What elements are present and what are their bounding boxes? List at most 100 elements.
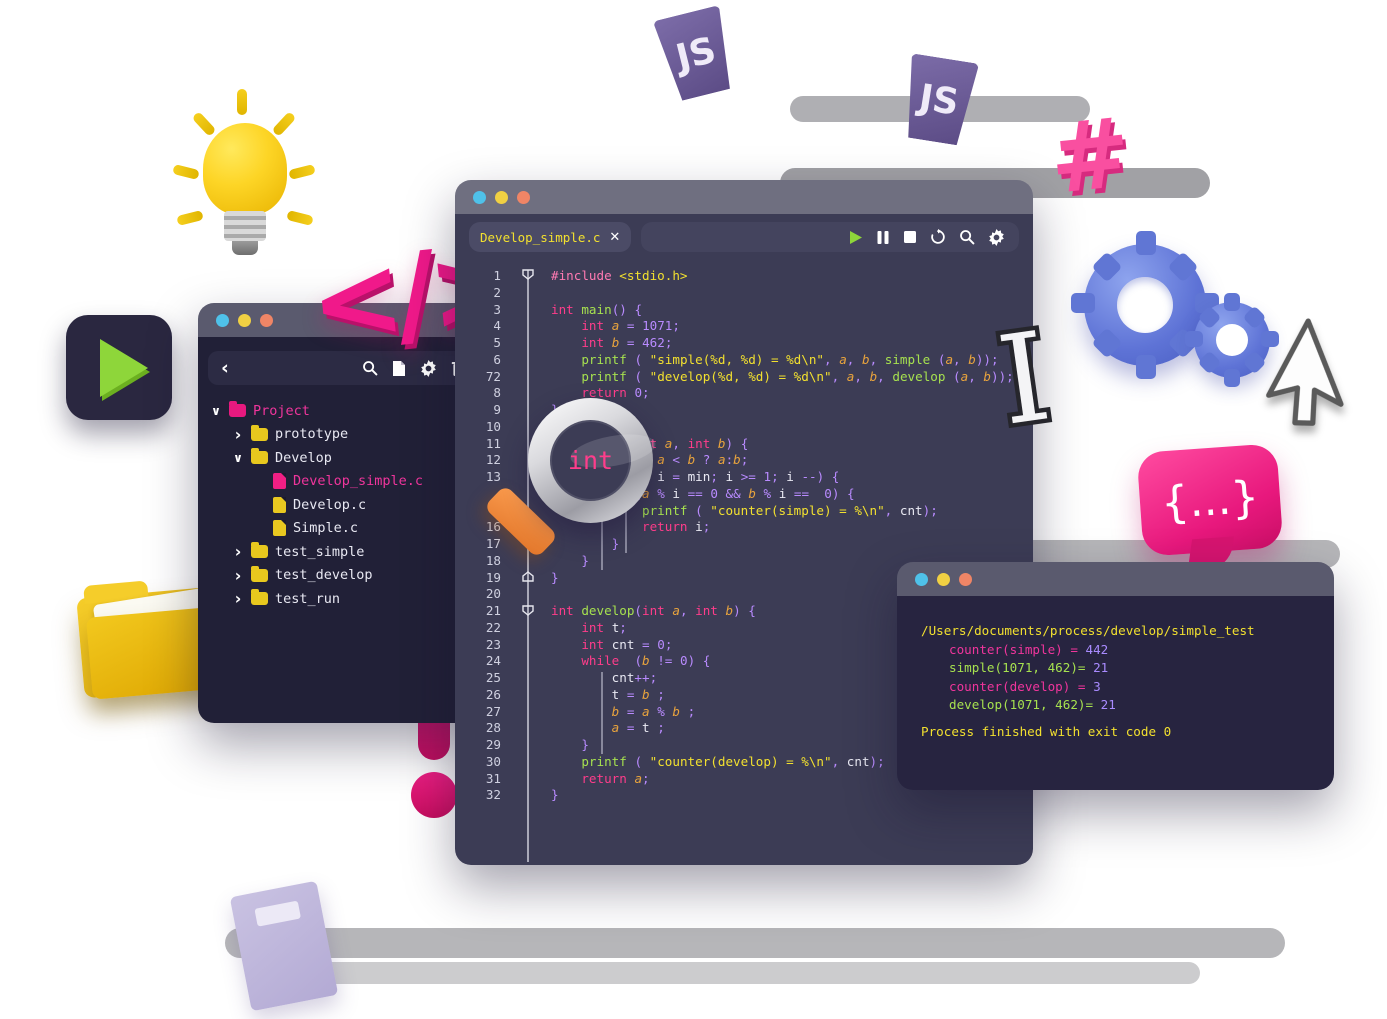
line-number: 2: [493, 284, 501, 300]
exclamation-dot: [411, 772, 457, 818]
bulb-tip: [232, 241, 258, 255]
folder-icon: [251, 424, 268, 441]
terminal-row: simple(1071, 462)= 21: [921, 659, 1334, 678]
terminal-row-value: 21: [1093, 697, 1116, 712]
terminal-row: counter(simple) = 442: [921, 641, 1334, 660]
refresh-icon[interactable]: [930, 229, 946, 245]
tree-item-test-develop[interactable]: test_develop: [210, 564, 488, 588]
chevron-right-icon[interactable]: [232, 589, 244, 608]
terminal-rows: counter(simple) = 442 simple(1071, 462)= …: [921, 641, 1334, 715]
folder-icon: [251, 542, 268, 559]
gear-tooth: [1091, 327, 1123, 359]
badge-right-shape: JS: [899, 53, 979, 147]
window-control-maximize[interactable]: [517, 190, 530, 204]
line-number: 29: [485, 737, 501, 752]
gears-icon: [1071, 231, 1288, 390]
code-line: printf ( "simple(%d, %d) = %d\n", a, b, …: [581, 351, 999, 367]
file-icon: [273, 520, 286, 537]
pause-icon[interactable]: [876, 230, 890, 245]
bulb-ray: [288, 164, 316, 180]
gear-tooth: [1136, 355, 1156, 379]
line-number: 10: [485, 418, 501, 434]
window-control-close[interactable]: [473, 190, 486, 204]
line-number: 9: [493, 402, 501, 417]
window-control-minimize[interactable]: [238, 313, 251, 327]
search-icon[interactable]: [959, 229, 975, 245]
magnifier-prop: int: [483, 398, 698, 578]
play-icon: [100, 338, 148, 397]
line-number: 19: [485, 569, 501, 585]
tree-item-prototype[interactable]: prototype: [210, 423, 488, 447]
chevron-right-icon[interactable]: [232, 566, 244, 585]
code-line: int b = 462;: [581, 335, 673, 350]
line-number: 1: [493, 268, 501, 283]
gear-small: [1185, 293, 1279, 387]
tab-label: Develop_simple.c: [480, 229, 601, 245]
bubble-label: {...}: [1159, 471, 1261, 529]
stop-icon[interactable]: [903, 230, 917, 244]
code-line: int a = 1071;: [581, 318, 680, 334]
gear-tooth: [1242, 305, 1267, 330]
gear-icon[interactable]: [420, 359, 437, 377]
line-number: 31: [485, 770, 501, 786]
ground-shadow-bottom: [225, 928, 1285, 958]
window-control-maximize[interactable]: [959, 572, 972, 586]
window-control-minimize[interactable]: [937, 572, 950, 586]
folder-icon: [251, 565, 268, 582]
window-control-close[interactable]: [915, 572, 928, 586]
tree-item-test-run[interactable]: test_run: [210, 587, 488, 611]
tree-item-develop-simple-c[interactable]: Develop_simple.c: [210, 470, 488, 494]
window-control-maximize[interactable]: [260, 313, 273, 327]
file-icon: [273, 496, 286, 513]
gear-icon[interactable]: [988, 228, 1005, 246]
magnified-word: int: [567, 446, 614, 475]
tree-item-develop-c[interactable]: Develop.c: [210, 493, 488, 517]
tree-item-simple-c[interactable]: Simple.c: [210, 517, 488, 541]
line-number: 25: [485, 670, 501, 685]
hashtag-icon: #: [1044, 96, 1137, 216]
play-button-prop[interactable]: [66, 315, 172, 420]
fold-marker[interactable]: [521, 605, 535, 616]
chevron-down-icon[interactable]: [232, 451, 244, 465]
chevron-right-icon[interactable]: [232, 542, 244, 561]
tree-item-label: Develop: [275, 449, 332, 466]
line-number: 4: [493, 318, 501, 334]
code-line: int main() {: [551, 301, 643, 317]
line-number: 72: [485, 368, 501, 384]
tree-item-label: Simple.c: [293, 520, 359, 537]
gear-tooth: [1224, 369, 1240, 387]
terminal-titlebar: [897, 562, 1334, 596]
tree-item-test-simple[interactable]: test_simple: [210, 540, 488, 564]
tree-item-project[interactable]: Project: [210, 399, 488, 423]
badge-right-label: JS: [916, 76, 962, 124]
editor-toolbar: [641, 222, 1019, 252]
tree-item-develop[interactable]: Develop: [210, 446, 488, 470]
close-icon[interactable]: ✕: [609, 230, 620, 245]
folder-icon: [251, 448, 268, 465]
bulb-ray: [172, 164, 200, 180]
terminal-path: /Users/documents/process/develop/simple_…: [921, 623, 1255, 638]
run-icon[interactable]: [848, 230, 863, 245]
chevron-right-icon[interactable]: [232, 425, 244, 444]
window-control-minimize[interactable]: [495, 190, 508, 204]
fold-marker[interactable]: [521, 269, 535, 280]
chevron-down-icon[interactable]: [210, 404, 222, 418]
file-icon: [273, 473, 286, 490]
tree-item-label: Project: [253, 402, 310, 419]
line-number: 18: [485, 552, 501, 568]
illustration-stage: JS JS # ‹ ∨ Project › prototype ∨ Develo…: [0, 0, 1387, 1019]
window-control-close[interactable]: [216, 313, 229, 327]
tab-develop-simple-c[interactable]: Develop_simple.c ✕: [469, 222, 632, 252]
tree-item-label: test_simple: [275, 543, 365, 560]
file-tree: Project prototype Develop Develop_simple.c D…: [198, 395, 488, 611]
curly-braces-bubble: {...}: [1136, 443, 1284, 572]
terminal-body[interactable]: /Users/documents/process/develop/simple_…: [897, 596, 1334, 790]
gear-large: [1071, 231, 1219, 379]
book-page-strip: [254, 900, 302, 927]
bulb-ray: [176, 210, 204, 226]
back-icon[interactable]: ‹: [221, 358, 229, 378]
line-number: 28: [485, 720, 501, 736]
js-badge-right: JS: [899, 53, 979, 147]
line-number: 26: [485, 686, 501, 702]
